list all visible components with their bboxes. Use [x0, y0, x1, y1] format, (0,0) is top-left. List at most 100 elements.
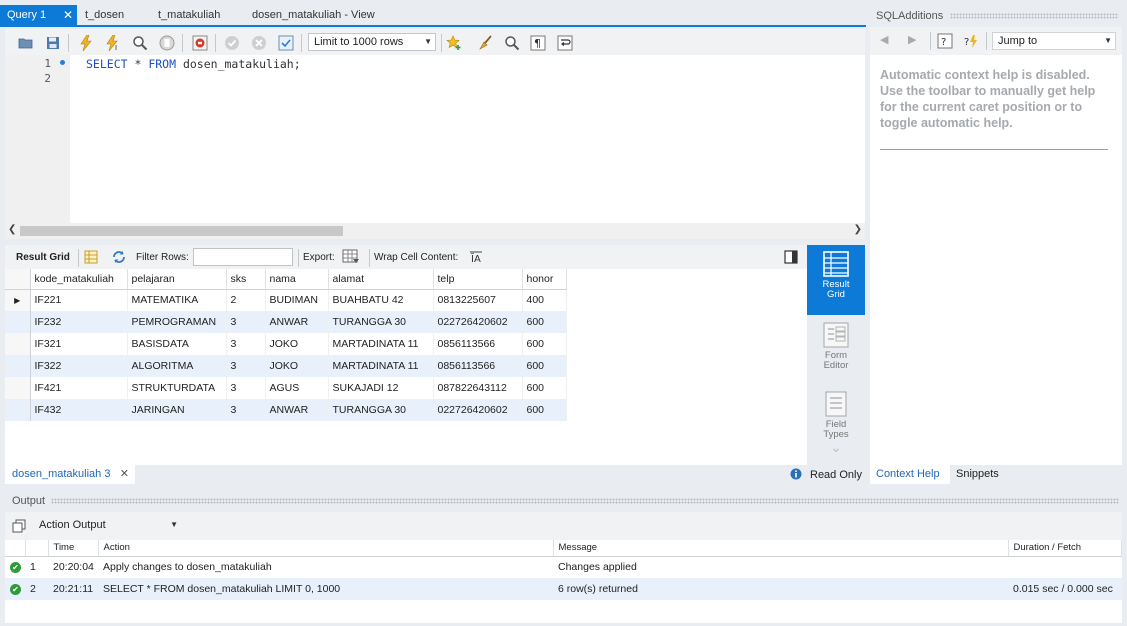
table-cell[interactable]: 3	[226, 377, 266, 399]
tab-context-help[interactable]: Context Help	[870, 465, 950, 484]
row-header[interactable]: ▶	[5, 289, 31, 311]
export-icon[interactable]	[342, 248, 360, 266]
column-header[interactable]: pelajaran	[127, 269, 227, 290]
table-cell[interactable]: 022726420602	[433, 399, 523, 421]
table-cell[interactable]: TURANGGA 30	[328, 399, 434, 421]
scroll-right-icon[interactable]: ❯	[854, 224, 862, 235]
save-icon[interactable]	[44, 34, 62, 52]
toggle-stop-on-error-icon[interactable]	[191, 34, 209, 52]
table-cell[interactable]: ANWAR	[265, 399, 329, 421]
execute-lightning-icon[interactable]	[77, 34, 95, 52]
table-cell[interactable]: TURANGGA 30	[328, 311, 434, 333]
column-header[interactable]: sks	[226, 269, 266, 290]
column-header[interactable]: telp	[433, 269, 523, 290]
table-cell[interactable]: 087822643112	[433, 377, 523, 399]
table-cell[interactable]: 600	[522, 311, 567, 333]
table-cell[interactable]: JOKO	[265, 333, 329, 355]
row-header[interactable]	[5, 311, 31, 333]
column-header[interactable]: Time	[48, 540, 99, 557]
table-cell[interactable]: 3	[226, 333, 266, 355]
beautify-broom-icon[interactable]	[477, 34, 495, 52]
autocommit-icon[interactable]	[277, 34, 295, 52]
table-cell[interactable]: STRUKTURDATA	[127, 377, 227, 399]
table-cell[interactable]: BUAHBATU 42	[328, 289, 434, 311]
table-cell[interactable]: 400	[522, 289, 567, 311]
wrap-cell-icon[interactable]: ĪA	[467, 248, 485, 266]
tab-t-matakuliah[interactable]: t_matakuliah	[151, 5, 241, 25]
scrollbar-thumb[interactable]	[20, 226, 343, 236]
table-cell[interactable]: IF432	[30, 399, 128, 421]
table-row[interactable]: IF321 BASISDATA 3 JOKO MARTADINATA 11 0856113…	[5, 333, 567, 355]
table-cell[interactable]: 0813225607	[433, 289, 523, 311]
find-magnifier-icon[interactable]	[503, 34, 521, 52]
manual-help-icon[interactable]: ?	[936, 32, 954, 50]
table-cell[interactable]: 600	[522, 377, 567, 399]
table-cell[interactable]: MATEMATIKA	[127, 289, 227, 311]
table-row[interactable]: ✔ 2 20:21:11 SELECT * FROM dosen_matakuliah…	[5, 578, 1122, 600]
form-editor-view-button[interactable]: Form Editor	[807, 316, 865, 384]
chevron-down-icon[interactable]: ⌄	[807, 440, 865, 454]
column-header[interactable]: kode_matakuliah	[30, 269, 128, 290]
tab-t-dosen[interactable]: t_dosen	[78, 5, 148, 25]
close-icon[interactable]: ✕	[120, 465, 129, 484]
row-header[interactable]	[5, 399, 31, 421]
column-header[interactable]: honor	[522, 269, 567, 290]
limit-rows-select[interactable]: Limit to 1000 rows ▼	[308, 33, 436, 51]
grid-view-icon[interactable]	[82, 248, 100, 266]
editor-horizontal-scrollbar[interactable]: ❮ ❯	[5, 223, 865, 239]
table-row[interactable]: ✔ 1 20:20:04 Apply changes to dosen_matakul…	[5, 556, 1122, 578]
copy-icon[interactable]	[10, 517, 28, 535]
add-snippet-star-icon[interactable]	[445, 34, 463, 52]
table-cell[interactable]: IF321	[30, 333, 128, 355]
table-row[interactable]: IF421 STRUKTURDATA 3 AGUS SUKAJADI 12 0878226…	[5, 377, 567, 399]
tab-query-1[interactable]: Query 1 ✕	[0, 5, 77, 25]
table-cell[interactable]: 2	[226, 289, 266, 311]
table-cell[interactable]: IF421	[30, 377, 128, 399]
explain-magnifier-icon[interactable]	[131, 34, 149, 52]
row-header[interactable]	[5, 333, 31, 355]
jump-to-select[interactable]: Jump to ▼	[992, 32, 1116, 50]
toggle-side-panel-icon[interactable]	[782, 248, 800, 266]
table-cell[interactable]: 600	[522, 333, 567, 355]
table-cell[interactable]: SUKAJADI 12	[328, 377, 434, 399]
table-cell[interactable]: JOKO	[265, 355, 329, 377]
table-row[interactable]: IF432 JARINGAN 3 ANWAR TURANGGA 30 0227264206…	[5, 399, 567, 421]
row-header[interactable]	[5, 355, 31, 377]
table-cell[interactable]: 0856113566	[433, 355, 523, 377]
table-cell[interactable]: JARINGAN	[127, 399, 227, 421]
tab-snippets[interactable]: Snippets	[956, 465, 999, 484]
column-header[interactable]: Action	[98, 540, 554, 557]
table-cell[interactable]: 600	[522, 399, 567, 421]
table-cell[interactable]: 022726420602	[433, 311, 523, 333]
close-icon[interactable]: ✕	[63, 5, 73, 25]
table-cell[interactable]: MARTADINATA 11	[328, 333, 434, 355]
auto-help-icon[interactable]: ?	[962, 32, 980, 50]
rollback-icon[interactable]	[250, 34, 268, 52]
table-cell[interactable]: BUDIMAN	[265, 289, 329, 311]
table-cell[interactable]: 600	[522, 355, 567, 377]
scroll-left-icon[interactable]: ❮	[8, 224, 16, 235]
table-row[interactable]: IF232 PEMROGRAMAN 3 ANWAR TURANGGA 30 0227264…	[5, 311, 567, 333]
column-header[interactable]: Duration / Fetch	[1008, 540, 1122, 557]
refresh-icon[interactable]	[110, 248, 128, 266]
table-row[interactable]: ▶ IF221 MATEMATIKA 2 BUDIMAN BUAHBATU 42 08132…	[5, 289, 567, 311]
table-cell[interactable]: IF232	[30, 311, 128, 333]
field-types-view-button[interactable]: Field Types ⌄	[807, 385, 865, 465]
sql-code-line[interactable]: SELECT * FROM dosen_matakuliah;	[86, 57, 301, 71]
output-mode-select[interactable]: Action Output ▼	[33, 516, 182, 534]
table-row[interactable]: IF322 ALGORITMA 3 JOKO MARTADINATA 11 0856113…	[5, 355, 567, 377]
sql-editor[interactable]: 1 2 SELECT * FROM dosen_matakuliah;	[5, 55, 865, 223]
invisible-chars-icon[interactable]: ¶	[529, 34, 547, 52]
word-wrap-icon[interactable]	[556, 34, 574, 52]
table-cell[interactable]: 3	[226, 311, 266, 333]
result-grid[interactable]: kode_matakuliah pelajaran sks nama alama…	[5, 269, 807, 465]
filter-rows-input[interactable]	[193, 248, 293, 266]
table-cell[interactable]: ALGORITMA	[127, 355, 227, 377]
table-cell[interactable]: PEMROGRAMAN	[127, 311, 227, 333]
result-grid-view-button[interactable]: Result Grid	[807, 245, 865, 315]
table-cell[interactable]: 3	[226, 355, 266, 377]
execute-current-icon[interactable]: I	[104, 34, 122, 52]
column-header[interactable]: alamat	[328, 269, 434, 290]
back-arrow-icon[interactable]: ◀	[880, 33, 888, 46]
table-cell[interactable]: AGUS	[265, 377, 329, 399]
